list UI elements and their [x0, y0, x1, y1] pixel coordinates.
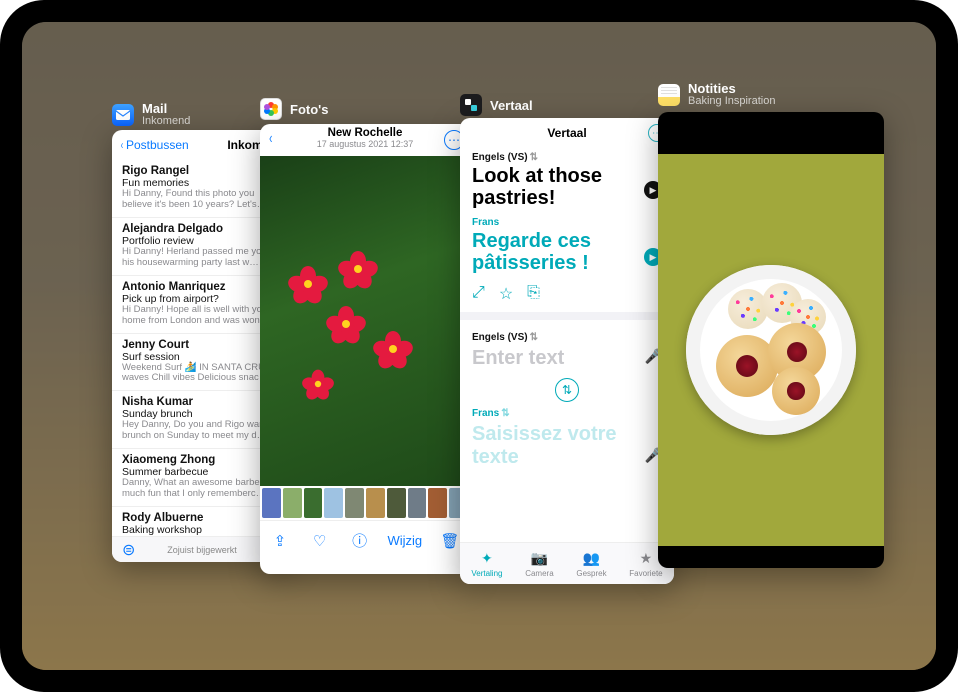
- app-switcher[interactable]: Mail Inkomend ‹ Postbussen Inkomend Rigo…: [22, 22, 936, 670]
- trash-icon[interactable]: 🗑: [438, 529, 462, 553]
- mail-back-label: Postbussen: [126, 138, 189, 152]
- swap-indicator-icon: ⇅: [530, 332, 538, 343]
- translate-app-header: Vertaal: [460, 94, 533, 116]
- mail-sender: Jenny Court: [122, 339, 282, 351]
- thumbnail[interactable]: [408, 488, 427, 518]
- source-text: Look at those pastries!: [472, 165, 662, 209]
- cookie: [772, 367, 820, 415]
- translate-tabbar: ✦ Vertaling 📷 Camera 👥 Gesprek ★ Favorie…: [460, 542, 674, 584]
- source-text-input[interactable]: Enter text: [472, 347, 662, 370]
- photos-app-icon: [260, 98, 282, 120]
- thumbnail[interactable]: [345, 488, 364, 518]
- source-language-label[interactable]: Engels (VS)⇅: [472, 152, 662, 163]
- mail-app-title: Mail: [142, 102, 190, 115]
- people-icon: 👥: [583, 550, 600, 567]
- translate-title: Vertaal: [547, 126, 586, 140]
- photos-thumbnail-strip[interactable]: [260, 486, 470, 520]
- ipad-frame: Mail Inkomend ‹ Postbussen Inkomend Rigo…: [0, 0, 958, 692]
- swap-indicator-icon: ⇅: [501, 408, 509, 419]
- thumbnail[interactable]: [304, 488, 323, 518]
- swap-languages: ⇅: [472, 378, 662, 402]
- mail-sender: Xiaomeng Zhong: [122, 454, 282, 466]
- star-icon: ★: [640, 550, 653, 567]
- mail-sender: Rigo Rangel: [122, 165, 282, 177]
- edit-button[interactable]: Wijzig: [388, 533, 423, 548]
- swap-indicator-icon: ⇅: [530, 152, 538, 163]
- mail-status: Zojuist bijgewerkt: [167, 545, 237, 555]
- input-language-label[interactable]: Engels (VS)⇅: [472, 332, 662, 343]
- mail-subject: Pick up from airport?: [122, 293, 282, 305]
- heart-icon[interactable]: ♡: [308, 529, 332, 553]
- thumbnail[interactable]: [283, 488, 302, 518]
- mail-preview: Hi Danny, Found this photo you believe i…: [122, 189, 282, 211]
- photo-viewer[interactable]: [260, 156, 470, 486]
- camera-icon: 📷: [531, 550, 548, 567]
- photos-date: 17 augustus 2021 12:37: [260, 139, 470, 149]
- mail-subject: Baking workshop: [122, 524, 282, 536]
- translate-actions: ⤢ ☆ ⎘: [472, 284, 662, 304]
- photos-location: New Rochelle: [260, 127, 470, 139]
- tab-label: Camera: [525, 569, 553, 578]
- share-icon[interactable]: ⇪: [268, 529, 292, 553]
- thumbnail[interactable]: [366, 488, 385, 518]
- notes-app-card[interactable]: [658, 112, 884, 568]
- mail-app-icon: [112, 104, 134, 126]
- mail-sender: Antonio Manriquez: [122, 281, 282, 293]
- output-language-label[interactable]: Frans⇅: [472, 408, 662, 419]
- thumbnail[interactable]: [387, 488, 406, 518]
- filter-icon[interactable]: ⊜: [122, 540, 135, 560]
- notes-photo[interactable]: [658, 154, 884, 546]
- tab-label: Favoriete: [629, 569, 662, 578]
- thumbnail[interactable]: [262, 488, 281, 518]
- photos-app-card[interactable]: ‹ New Rochelle 17 augustus 2021 12:37 ⋯: [260, 124, 470, 574]
- notes-app-subtitle: Baking Inspiration: [688, 95, 775, 107]
- swap-button[interactable]: ⇅: [555, 378, 579, 402]
- copy-icon[interactable]: ⎘: [527, 284, 540, 304]
- chevron-left-icon: ‹: [121, 138, 123, 152]
- mail-preview: Hi Danny! Herland passed me yo at his ho…: [122, 247, 282, 269]
- thumbnail[interactable]: [324, 488, 343, 518]
- screen: Mail Inkomend ‹ Postbussen Inkomend Rigo…: [22, 22, 936, 670]
- photos-back-button[interactable]: ‹: [269, 130, 272, 148]
- mail-sender: Alejandra Delgado: [122, 223, 282, 235]
- info-icon[interactable]: ⓘ: [348, 529, 372, 553]
- mail-app-header: Mail Inkomend: [112, 102, 190, 127]
- favorite-icon[interactable]: ☆: [499, 284, 513, 304]
- notes-app-title: Notities: [688, 82, 775, 95]
- photos-topbar: ‹ New Rochelle 17 augustus 2021 12:37 ⋯: [260, 124, 470, 156]
- mail-preview: Danny, What an awesome barbec much fun t…: [122, 478, 282, 500]
- mail-app-subtitle: Inkomend: [142, 115, 190, 127]
- tab-translate[interactable]: ✦ Vertaling: [471, 550, 502, 578]
- target-text-input[interactable]: Saisissez votre texte: [472, 423, 662, 469]
- photos-app-title: Foto's: [290, 103, 328, 116]
- notes-app-icon: [658, 84, 680, 106]
- mail-preview: Hey Danny, Do you and Rigo wan brunch on…: [122, 420, 282, 442]
- divider: [460, 312, 674, 320]
- photos-app-header: Foto's: [260, 98, 328, 120]
- mail-back-button[interactable]: ‹ Postbussen: [120, 138, 189, 152]
- translate-result-block: Engels (VS)⇅ Look at those pastries! ▶ F…: [460, 148, 674, 304]
- notes-app-header: Notities Baking Inspiration: [658, 82, 775, 107]
- target-language-label[interactable]: Frans: [472, 217, 662, 228]
- translate-tab-icon: ✦: [481, 550, 493, 567]
- translate-app-icon: [460, 94, 482, 116]
- plate-illustration: [686, 265, 856, 435]
- translate-input-block: Engels (VS)⇅ Enter text 🎤 ⇅ Frans⇅ Saisi…: [460, 328, 674, 469]
- mail-preview: Weekend Surf 🏄 IN SANTA CRU waves Chill …: [122, 363, 282, 385]
- mail-preview: Hi Danny! Hope all is well with yo home …: [122, 305, 282, 327]
- thumbnail[interactable]: [428, 488, 447, 518]
- translate-app-card[interactable]: Vertaal ⋯ Engels (VS)⇅ Look at those pas…: [460, 118, 674, 584]
- photos-toolbar: ⇪ ♡ ⓘ Wijzig 🗑: [260, 520, 470, 560]
- mail-subject: Surf session: [122, 351, 282, 363]
- translate-app-title: Vertaal: [490, 99, 533, 112]
- tab-camera[interactable]: 📷 Camera: [525, 550, 553, 578]
- tab-conversation[interactable]: 👥 Gesprek: [576, 550, 606, 578]
- expand-icon[interactable]: ⤢: [472, 284, 485, 304]
- translate-topbar: Vertaal ⋯: [460, 118, 674, 148]
- mail-sender: Rody Albuerne: [122, 512, 282, 524]
- tab-label: Gesprek: [576, 569, 606, 578]
- target-text: Regarde ces pâtisseries !: [472, 230, 662, 274]
- tab-label: Vertaling: [471, 569, 502, 578]
- mail-sender: Nisha Kumar: [122, 396, 282, 408]
